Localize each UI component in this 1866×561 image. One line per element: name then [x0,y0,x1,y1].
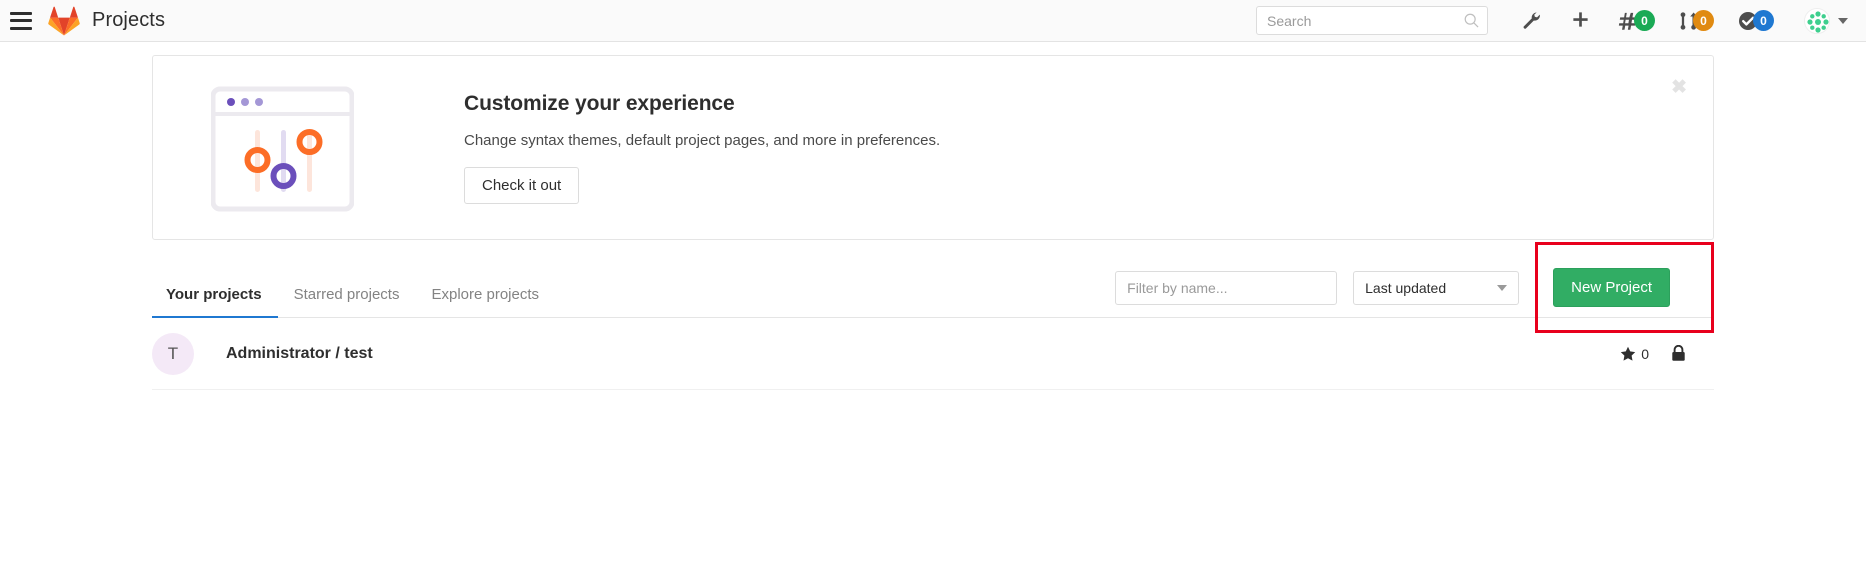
tab-explore-projects[interactable]: Explore projects [415,286,555,317]
sort-order-value: Last updated [1365,280,1446,296]
sort-order-select[interactable]: Last updated [1353,271,1519,305]
new-plus-icon[interactable] [1571,11,1590,30]
projects-tabs: Your projects Starred projects Explore p… [152,262,555,317]
customize-card-title: Customize your experience [464,92,940,116]
project-meta: 0 [1620,345,1714,362]
project-name-link[interactable]: Administrator / test [226,345,373,363]
preferences-sliders-illustration [211,84,354,212]
issues-counter[interactable]: 0 [1618,10,1655,31]
admin-wrench-icon[interactable] [1522,11,1541,30]
close-icon[interactable]: ✖ [1671,78,1687,97]
new-project-button[interactable]: New Project [1553,268,1670,307]
gitlab-logo-icon[interactable] [48,6,80,36]
issues-count-badge: 0 [1634,10,1655,31]
user-avatar[interactable] [1804,8,1830,34]
customize-experience-card: Customize your experience Change syntax … [152,55,1714,240]
tab-starred-projects[interactable]: Starred projects [278,286,416,317]
tab-your-projects[interactable]: Your projects [152,286,278,317]
search-input[interactable] [1267,13,1464,29]
lock-icon [1671,345,1686,362]
navbar-right-group: 0 0 0 [1256,6,1848,35]
project-star-count: 0 [1641,346,1649,362]
merge-requests-counter[interactable]: 0 [1679,10,1714,31]
page-content: Customize your experience Change syntax … [0,55,1866,390]
todos-counter[interactable]: 0 [1738,10,1774,31]
check-it-out-button[interactable]: Check it out [464,167,579,204]
search-box[interactable] [1256,6,1488,35]
user-menu-chevron-down-icon[interactable] [1838,18,1848,24]
top-navbar: Projects 0 [0,0,1866,42]
customize-card-text: Customize your experience Change syntax … [464,92,940,204]
projects-tabs-row: Your projects Starred projects Explore p… [152,262,1714,318]
page-title: Projects [92,9,165,32]
merge-requests-count-badge: 0 [1693,10,1714,31]
project-stars[interactable]: 0 [1620,346,1649,362]
project-list-item[interactable]: T Administrator / test 0 [152,318,1714,390]
new-project-annotation-wrapper: New Project [1535,242,1714,333]
project-avatar: T [152,333,194,375]
search-icon [1464,13,1479,28]
projects-controls: Last updated New Project [1115,268,1714,317]
hamburger-menu-icon[interactable] [10,12,32,30]
todos-count-badge: 0 [1753,10,1774,31]
filter-by-name-input[interactable] [1115,271,1337,305]
chevron-down-icon [1497,285,1507,291]
customize-card-subtitle: Change syntax themes, default project pa… [464,132,940,149]
star-icon [1620,346,1636,362]
